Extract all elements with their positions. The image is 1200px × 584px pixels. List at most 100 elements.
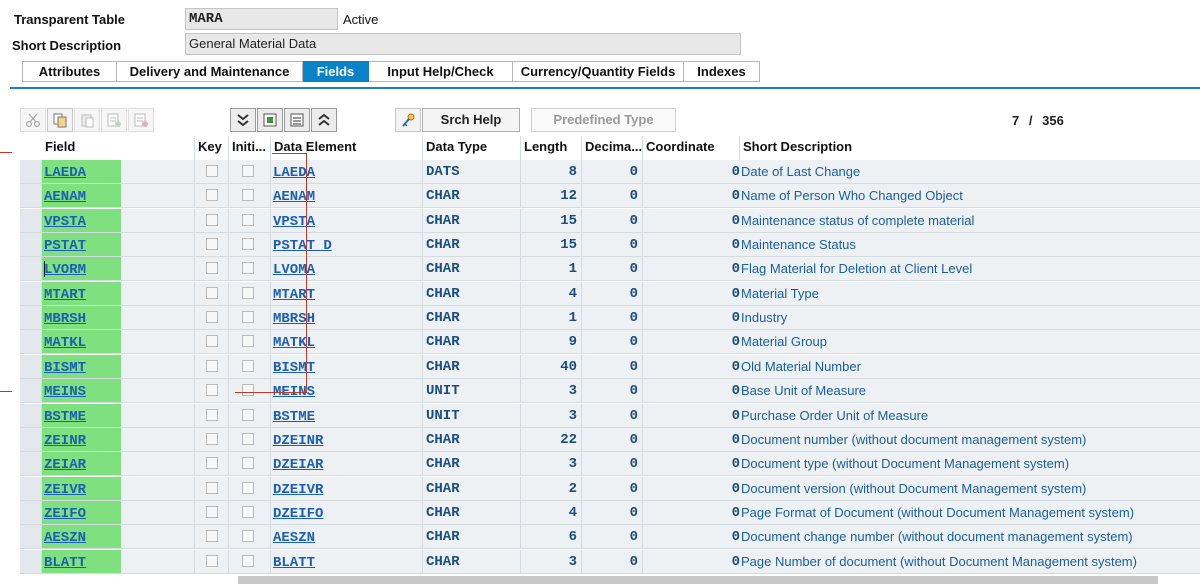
data-element-link[interactable]: MTART (271, 287, 315, 303)
key-checkbox[interactable] (206, 262, 218, 275)
tab-currency-quantity-fields[interactable]: Currency/Quantity Fields (513, 61, 684, 82)
table-row[interactable]: ZEIAR DZEIAR CHAR 3 0 0 Document type (without… (20, 452, 1200, 477)
table-row[interactable]: LAEDA LAEDA DATS 8 0 0 Date of Last Change (20, 160, 1200, 184)
table-row[interactable]: MATKL MATKL CHAR 9 0 0 Material Group (20, 330, 1200, 355)
row-selector[interactable] (20, 452, 42, 477)
initial-values-checkbox[interactable] (242, 286, 254, 299)
key-checkbox[interactable] (206, 408, 218, 421)
data-element-link[interactable]: BSTME (271, 409, 315, 425)
table-row[interactable]: AESZN AESZN CHAR 6 0 0 Document change number … (20, 525, 1200, 550)
data-element-link[interactable]: DZEIFO (271, 506, 323, 522)
field-name-link[interactable]: MTART (42, 287, 86, 303)
data-element-link[interactable]: VPSTA (271, 214, 315, 230)
key-checkbox[interactable] (206, 384, 218, 397)
table-row[interactable]: BLATT BLATT CHAR 3 0 0 Page Number of document… (20, 549, 1200, 574)
key-checkbox[interactable] (206, 335, 218, 348)
field-name-link[interactable]: BSTME (42, 409, 86, 425)
row-selector[interactable] (20, 281, 42, 306)
row-selector[interactable] (20, 184, 42, 209)
initial-values-checkbox[interactable] (242, 408, 254, 421)
row-selector[interactable] (20, 330, 42, 355)
tab-delivery-maintenance[interactable]: Delivery and Maintenance (117, 61, 303, 82)
field-name-link[interactable]: AENAM (42, 189, 86, 205)
key-checkbox[interactable] (206, 554, 218, 567)
key-checkbox[interactable] (206, 311, 218, 324)
initial-values-checkbox[interactable] (242, 311, 254, 324)
field-name-link[interactable]: ZEIVR (42, 482, 86, 498)
key-checkbox[interactable] (206, 286, 218, 299)
table-row[interactable]: MTART MTART CHAR 4 0 0 Material Type (20, 281, 1200, 306)
table-row[interactable]: MBRSH MBRSH CHAR 1 0 0 Industry (20, 306, 1200, 331)
table-row[interactable]: VPSTA VPSTA CHAR 15 0 0 Maintenance status of … (20, 208, 1200, 233)
row-selector[interactable] (20, 379, 42, 404)
initial-values-checkbox[interactable] (242, 505, 254, 518)
table-name-field[interactable]: MARA (185, 8, 338, 30)
expand-all-icon[interactable] (230, 108, 256, 132)
col-short-description[interactable]: Short Description (740, 136, 1200, 160)
data-element-link[interactable]: AESZN (271, 530, 315, 546)
row-selector[interactable] (20, 208, 42, 233)
collapse-all-icon[interactable] (311, 108, 337, 132)
field-name-link[interactable]: BLATT (42, 555, 86, 571)
search-help-button[interactable]: Srch Help (422, 108, 520, 132)
field-name-link[interactable]: BISMT (42, 360, 86, 376)
paste-icon[interactable] (74, 108, 100, 132)
short-description-field[interactable]: General Material Data (185, 33, 741, 55)
initial-values-checkbox[interactable] (242, 554, 254, 567)
horizontal-scrollbar[interactable] (238, 576, 1158, 584)
col-decimals[interactable]: Decima... (582, 136, 643, 160)
key-icon[interactable] (395, 108, 421, 132)
data-element-link[interactable]: MBRSH (271, 311, 315, 327)
table-row[interactable]: MEINS MEINS UNIT 3 0 0 Base Unit of Measure (20, 379, 1200, 404)
key-checkbox[interactable] (206, 359, 218, 372)
row-selector[interactable] (20, 354, 42, 379)
key-checkbox[interactable] (206, 505, 218, 518)
key-checkbox[interactable] (206, 432, 218, 445)
col-length[interactable]: Length (521, 136, 582, 160)
data-element-link[interactable]: BISMT (271, 360, 315, 376)
field-name-link[interactable]: ZEIAR (42, 457, 86, 473)
table-row[interactable]: AENAM AENAM CHAR 12 0 0 Name of Person Who Cha… (20, 184, 1200, 209)
field-name-link[interactable]: MATKL (42, 335, 86, 351)
field-name-link[interactable]: ZEIFO (42, 506, 86, 522)
table-row[interactable]: PSTAT PSTAT_D CHAR 15 0 0 Maintenance Status (20, 233, 1200, 258)
data-element-link[interactable]: LAEDA (271, 165, 315, 181)
field-name-link[interactable]: VPSTA (42, 214, 86, 230)
row-selector[interactable] (20, 476, 42, 501)
data-element-link[interactable]: PSTAT_D (271, 238, 332, 254)
field-name-link[interactable]: LVORM (42, 262, 86, 278)
tab-fields[interactable]: Fields (303, 61, 369, 82)
key-checkbox[interactable] (206, 530, 218, 543)
initial-values-checkbox[interactable] (242, 238, 254, 251)
key-checkbox[interactable] (206, 213, 218, 226)
table-row[interactable]: ZEINR DZEINR CHAR 22 0 0 Document number (with… (20, 427, 1200, 452)
row-selector[interactable] (20, 500, 42, 525)
predefined-type-button[interactable]: Predefined Type (531, 108, 676, 132)
initial-values-checkbox[interactable] (242, 384, 254, 397)
initial-values-checkbox[interactable] (242, 262, 254, 275)
row-selector[interactable] (20, 233, 42, 258)
key-checkbox[interactable] (206, 481, 218, 494)
key-checkbox[interactable] (206, 165, 218, 177)
table-row[interactable]: ZEIVR DZEIVR CHAR 2 0 0 Document version (with… (20, 476, 1200, 501)
data-element-link[interactable]: DZEIVR (271, 482, 323, 498)
initial-values-checkbox[interactable] (242, 189, 254, 202)
tab-input-help-check[interactable]: Input Help/Check (369, 61, 513, 82)
key-checkbox[interactable] (206, 457, 218, 470)
initial-values-checkbox[interactable] (242, 432, 254, 445)
initial-values-checkbox[interactable] (242, 359, 254, 372)
initial-values-checkbox[interactable] (242, 457, 254, 470)
col-initial[interactable]: Initi... (229, 136, 271, 160)
initial-values-checkbox[interactable] (242, 165, 254, 177)
delete-row-icon[interactable] (128, 108, 154, 132)
row-selector[interactable] (20, 427, 42, 452)
col-data-element[interactable]: Data Element (271, 136, 423, 160)
row-selector[interactable] (20, 160, 42, 184)
field-name-link[interactable]: ZEINR (42, 433, 86, 449)
field-name-link[interactable]: MBRSH (42, 311, 86, 327)
table-row[interactable]: ZEIFO DZEIFO CHAR 4 0 0 Page Format of Documen… (20, 500, 1200, 525)
row-selector[interactable] (20, 306, 42, 331)
initial-values-checkbox[interactable] (242, 530, 254, 543)
data-element-link[interactable]: MATKL (271, 335, 315, 351)
col-coordinate[interactable]: Coordinate (643, 136, 740, 160)
